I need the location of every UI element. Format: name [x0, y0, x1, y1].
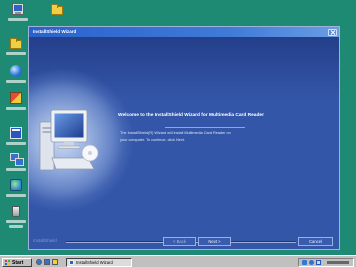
desktop-icon-network[interactable]	[4, 153, 28, 181]
dialog-title: InstallShield Wizard	[33, 29, 77, 35]
tray-icon[interactable]	[302, 260, 307, 265]
taskbar: Start InstallShield Wizard	[0, 255, 356, 267]
welcome-heading: Welcome to the InstallShield Wizard for …	[118, 113, 264, 118]
desktop-icon-label	[6, 142, 26, 145]
next-button[interactable]: Next >	[198, 237, 231, 246]
desktop-icon-label	[6, 168, 26, 171]
app-icon	[10, 127, 22, 139]
folder-icon	[51, 4, 63, 15]
start-button[interactable]: Start	[2, 257, 32, 267]
app-icon	[10, 92, 22, 104]
back-button[interactable]: < Back	[163, 237, 196, 246]
desktop-icon-computer[interactable]	[6, 3, 30, 31]
desktop-icon-label	[6, 220, 26, 223]
desktop-icon-label	[8, 18, 28, 21]
folder-icon	[10, 38, 22, 49]
quick-launch-folder-icon[interactable]	[52, 259, 58, 265]
desktop-icon-app[interactable]	[4, 92, 28, 120]
tray-icon[interactable]	[316, 260, 321, 265]
desktop-icon-app[interactable]	[4, 179, 28, 207]
desktop-icon-app[interactable]	[4, 127, 28, 155]
quick-launch-browser-icon[interactable]	[36, 259, 42, 265]
close-icon	[330, 29, 335, 35]
desktop-icon-label	[6, 107, 26, 110]
start-label: Start	[12, 259, 24, 266]
desktop-icon-folder[interactable]	[4, 37, 28, 65]
clock[interactable]	[327, 261, 349, 264]
windows-flag-icon	[5, 260, 10, 265]
heading-divider	[165, 127, 245, 128]
globe-icon	[10, 65, 22, 77]
taskbar-button-label: InstallShield Wizard	[76, 259, 113, 265]
app-icon	[10, 179, 22, 191]
dialog-title-bar[interactable]: InstallShield Wizard	[29, 27, 339, 37]
recycle-bin-icon	[12, 206, 20, 217]
installer-icon	[69, 260, 74, 265]
tray-icon[interactable]	[309, 260, 314, 265]
welcome-message: The InstallShield(R) Wizard will install…	[120, 131, 231, 142]
desktop-icon-recycle-bin[interactable]	[4, 205, 28, 233]
computer-icon	[12, 3, 24, 15]
taskbar-button-installshield[interactable]: InstallShield Wizard	[66, 257, 132, 267]
installshield-brand-label: InstallShield	[33, 238, 57, 243]
desktop-icon-browser[interactable]	[4, 65, 28, 93]
desktop-icon-label	[6, 194, 26, 197]
system-tray	[298, 257, 354, 267]
desktop-icon-label	[6, 52, 26, 55]
installshield-dialog: InstallShield Wizard Welcome to the Inst…	[28, 26, 340, 250]
close-button[interactable]	[328, 28, 337, 36]
desktop-icon-label	[6, 80, 26, 83]
computer-illustration-icon	[39, 109, 99, 171]
dialog-body: Welcome to the InstallShield Wizard for …	[29, 37, 339, 249]
network-icon	[10, 153, 24, 166]
cancel-button[interactable]: Cancel	[298, 237, 333, 246]
quick-launch-desktop-icon[interactable]	[44, 259, 50, 265]
desktop-icon-label	[9, 225, 23, 228]
